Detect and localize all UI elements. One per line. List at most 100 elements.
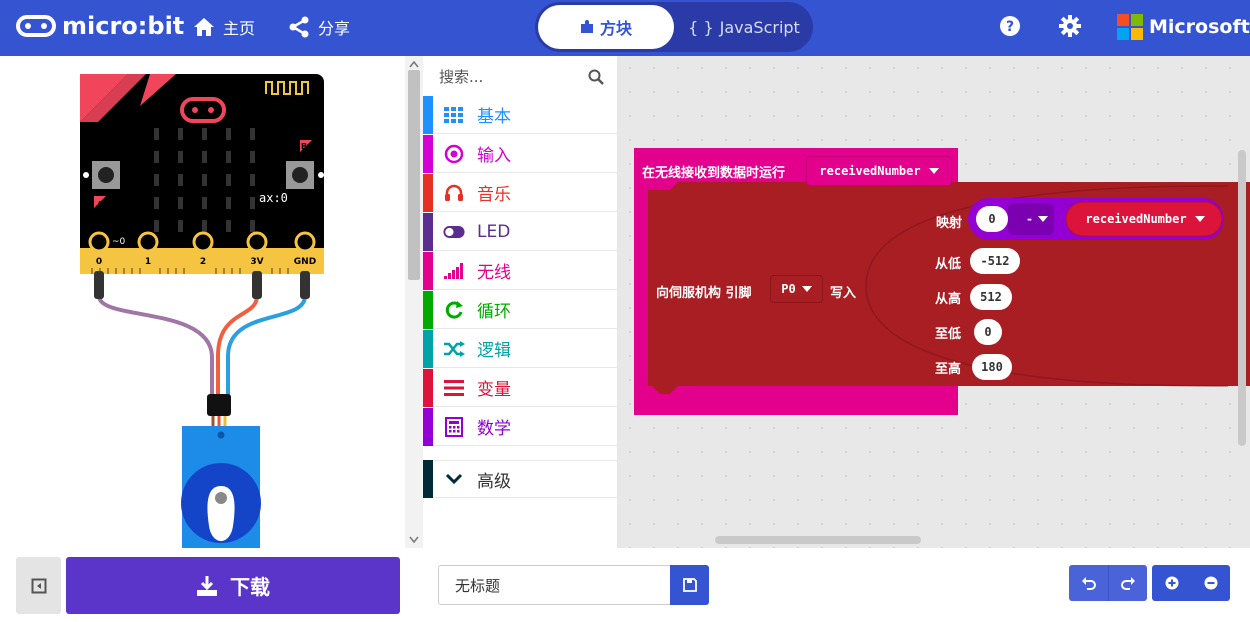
category-color-bar: [423, 212, 433, 251]
microsoft-label: Microsoft: [1149, 16, 1250, 38]
undo-button[interactable]: [1069, 565, 1108, 601]
map-variable-value: receivedNumber: [1085, 212, 1187, 226]
category-label: LED: [477, 221, 511, 242]
category-label: 无线: [477, 263, 511, 283]
simulator-panel: A B ax:0 0 1 2 3V GND ~0: [0, 56, 405, 548]
workspace-vertical-scrollbar[interactable]: [1238, 150, 1246, 446]
settings-gear-icon[interactable]: [1059, 15, 1081, 37]
map-label: 映射: [936, 216, 963, 231]
category-color-bar: [423, 134, 433, 173]
grid-icon: [443, 105, 465, 125]
zoom-out-icon: [1204, 576, 1217, 590]
category-6[interactable]: 逻辑: [423, 329, 618, 368]
category-0[interactable]: 基本: [423, 95, 618, 134]
category-advanced[interactable]: 高级: [423, 460, 618, 498]
calculator-icon: [443, 416, 465, 437]
to-low-input[interactable]: 0: [974, 319, 1002, 345]
category-5[interactable]: 循环: [423, 290, 618, 329]
microbit-logo[interactable]: micro:bit: [16, 12, 184, 40]
loop-icon: [443, 300, 465, 320]
category-label: 音乐: [477, 185, 511, 205]
search-input[interactable]: 搜索...: [439, 66, 483, 87]
servo-pin-dropdown[interactable]: P0: [770, 275, 823, 303]
save-button[interactable]: [670, 565, 709, 605]
home-button[interactable]: 主页: [193, 15, 255, 39]
scroll-down-icon[interactable]: [409, 536, 419, 544]
category-advanced-label: 高级: [477, 471, 511, 492]
button-a[interactable]: [92, 161, 120, 189]
search-icon[interactable]: [588, 69, 604, 85]
help-icon[interactable]: ?: [999, 15, 1021, 37]
blocks-tab[interactable]: 方块: [538, 5, 674, 49]
category-label: 基本: [477, 107, 511, 127]
to-high-input[interactable]: 180: [972, 354, 1012, 380]
microsoft-brand[interactable]: Microsoft: [1117, 14, 1250, 40]
map-operator-value: -: [1025, 212, 1034, 226]
zoom-in-button[interactable]: [1152, 565, 1191, 601]
simulator-scroll-thumb[interactable]: [408, 70, 420, 280]
map-value-input[interactable]: 0: [976, 206, 1008, 232]
event-param-value: receivedNumber: [819, 164, 921, 178]
category-7[interactable]: 变量: [423, 368, 618, 407]
home-icon: [194, 18, 214, 36]
toolbox: 搜索... 基本输入音乐 LED 无线循环逻辑变量数学 高级: [423, 56, 618, 548]
category-color-bar: [423, 290, 433, 329]
microbit-logo-icon: [16, 15, 56, 37]
servo-motor[interactable]: [181, 426, 261, 548]
project-name-input[interactable]: 无标题: [438, 565, 670, 605]
category-color-bar: [423, 407, 433, 446]
button-a-label: A: [97, 200, 104, 209]
javascript-tab-label: JavaScript: [719, 17, 800, 37]
category-3[interactable]: LED: [423, 212, 618, 251]
home-label: 主页: [223, 19, 256, 38]
servo-write-label: 向伺服机构 引脚: [656, 286, 752, 301]
event-param-dropdown[interactable]: receivedNumber: [806, 156, 952, 186]
logo-text: micro:bit: [62, 12, 185, 40]
share-button[interactable]: 分享: [288, 15, 350, 39]
collapse-simulator-button[interactable]: [16, 557, 61, 614]
category-color-bar: [423, 368, 433, 407]
servo-write-suffix: 写入: [830, 286, 857, 301]
toolbox-search[interactable]: 搜索...: [423, 56, 618, 96]
svg-text:?: ?: [1006, 19, 1014, 35]
map-variable-dropdown[interactable]: receivedNumber: [1070, 206, 1220, 232]
download-button[interactable]: 下载: [66, 557, 400, 614]
category-2[interactable]: 音乐: [423, 173, 618, 212]
simulator-board[interactable]: A B ax:0 0 1 2 3V GND ~0: [0, 56, 405, 548]
category-label: 数学: [477, 419, 511, 439]
from-low-input[interactable]: -512: [970, 248, 1020, 274]
category-color-bar: [423, 460, 433, 498]
from-high-label: 从高: [935, 292, 962, 307]
pin-gnd-label: GND: [294, 257, 316, 267]
from-high-input[interactable]: 512: [970, 284, 1012, 310]
redo-button[interactable]: [1108, 565, 1147, 601]
category-1[interactable]: 输入: [423, 134, 618, 173]
bottom-bar: 下载 无标题: [0, 548, 1250, 622]
button-b[interactable]: [286, 161, 314, 189]
map-operator-dropdown[interactable]: -: [1018, 208, 1056, 230]
puzzle-icon: [580, 20, 593, 33]
zoom-out-button[interactable]: [1191, 565, 1230, 601]
blocks-workspace[interactable]: 在无线接收到数据时运行 receivedNumber 向伺服机构 引脚 P0 写…: [618, 56, 1250, 548]
headphones-icon: [443, 183, 465, 203]
microsoft-logo-icon: [1117, 14, 1143, 40]
workspace-horizontal-scrollbar[interactable]: [715, 536, 921, 544]
block-outlines: [634, 148, 1250, 415]
javascript-tab[interactable]: { } JavaScript: [678, 5, 810, 49]
from-low-label: 从低: [935, 257, 962, 272]
wire-ground: [226, 295, 307, 396]
pin-1-label: 1: [145, 257, 151, 267]
pin-0-analog-mark: ~0: [112, 237, 126, 247]
simulator-scrollbar[interactable]: [405, 56, 423, 548]
category-label: 逻辑: [477, 341, 511, 361]
editor-toggle: 方块 { } JavaScript: [535, 2, 813, 52]
zoom-group: [1152, 565, 1230, 601]
target-icon: [443, 144, 465, 164]
chevron-down-icon: [443, 469, 465, 489]
accelerometer-readout: ax:0: [259, 191, 288, 205]
scroll-up-icon[interactable]: [409, 60, 419, 68]
category-4[interactable]: 无线: [423, 251, 618, 290]
category-8[interactable]: 数学: [423, 407, 618, 446]
to-low-label: 至低: [935, 327, 962, 342]
share-label: 分享: [318, 19, 351, 38]
